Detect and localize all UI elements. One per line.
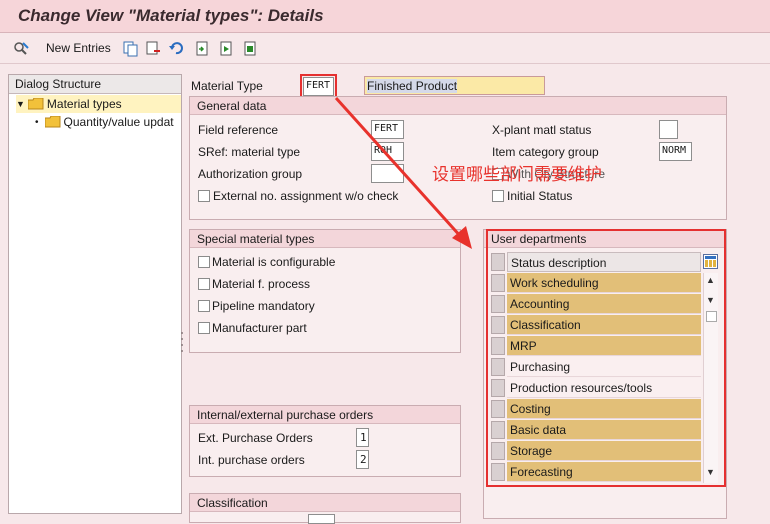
special-material-types-title: Special material types <box>190 230 460 248</box>
external-no-assignment-checkbox[interactable] <box>198 190 210 202</box>
initial-status-checkbox[interactable] <box>492 190 504 202</box>
tree-item-label: Material types <box>46 97 122 111</box>
window-title: Change View "Material types": Details <box>18 6 324 25</box>
purchase-orders-title: Internal/external purchase orders <box>190 406 460 424</box>
new-entries-button[interactable]: New Entries <box>40 39 111 57</box>
select-all-icon <box>196 41 208 55</box>
material-configurable-label: Material is configurable <box>212 255 336 269</box>
item-category-group-label: Item category group <box>492 145 599 159</box>
material-configurable-checkbox[interactable] <box>198 256 210 268</box>
sref-material-type-label: SRef: material type <box>198 145 301 159</box>
deselect-all-button[interactable] <box>242 39 259 57</box>
general-data-title: General data <box>190 97 726 115</box>
bullet-icon: • <box>35 116 39 128</box>
dialog-structure-pane: Dialog Structure ▼ Material types • Quan… <box>8 74 182 514</box>
authorization-group-label: Authorization group <box>198 167 303 181</box>
delete-icon <box>146 41 160 54</box>
pane-splitter[interactable] <box>180 330 184 356</box>
annotation-text: 设置哪些部门需要维护 <box>432 165 602 185</box>
folder-open-icon <box>27 98 44 110</box>
material-f-process-checkbox[interactable] <box>198 278 210 290</box>
tree-item-quantity-value[interactable]: • Quantity/value updat <box>35 113 181 131</box>
pipeline-mandatory-label: Pipeline mandatory <box>212 299 315 313</box>
copy-button[interactable] <box>122 39 139 57</box>
material-f-process-label: Material f. process <box>212 277 311 291</box>
ext-purchase-orders-field[interactable]: 1 <box>356 428 369 447</box>
expand-triangle-icon[interactable]: ▼ <box>16 99 25 109</box>
int-purchase-orders-label: Int. purchase orders <box>198 453 305 467</box>
tree-item-material-types[interactable]: ▼ Material types <box>16 95 181 113</box>
undo-icon <box>169 41 183 54</box>
classification-title: Classification <box>190 494 460 512</box>
external-no-assignment-label: External no. assignment w/o check <box>213 189 399 203</box>
select-all-button[interactable] <box>194 39 211 57</box>
dialog-structure-header: Dialog Structure <box>9 75 181 94</box>
manufacturer-part-label: Manufacturer part <box>212 321 307 335</box>
toolbar: New Entries <box>0 34 770 64</box>
ext-purchase-orders-label: Ext. Purchase Orders <box>198 431 313 445</box>
material-type-description-text: Finished Product <box>367 79 458 93</box>
select-block-icon <box>220 41 232 55</box>
copy-icon <box>123 41 138 56</box>
title-bar: Change View "Material types": Details <box>0 0 770 33</box>
item-category-group-field[interactable]: NORM <box>659 142 692 161</box>
int-purchase-orders-field[interactable]: 2 <box>356 450 369 469</box>
display-change-button[interactable] <box>13 39 30 57</box>
manufacturer-part-checkbox[interactable] <box>198 322 210 334</box>
material-type-label: Material Type <box>191 79 263 93</box>
undo-button[interactable] <box>168 39 185 57</box>
highlight-user-departments <box>486 229 726 487</box>
pipeline-mandatory-checkbox[interactable] <box>198 300 210 312</box>
xplant-status-field[interactable] <box>659 120 678 139</box>
sref-material-type-field[interactable]: ROH <box>371 142 404 161</box>
delete-button[interactable] <box>145 39 162 57</box>
authorization-group-field[interactable] <box>371 164 404 183</box>
deselect-all-icon <box>244 41 256 55</box>
xplant-status-label: X-plant matl status <box>492 123 592 137</box>
field-reference-field[interactable]: FERT <box>371 120 404 139</box>
tree-item-label: Quantity/value updat <box>63 115 174 129</box>
folder-icon <box>44 116 61 128</box>
select-block-button[interactable] <box>218 39 235 57</box>
classification-field[interactable] <box>308 514 335 524</box>
field-reference-label: Field reference <box>198 123 279 137</box>
display-change-icon <box>14 41 29 55</box>
new-entries-label: New Entries <box>46 41 111 55</box>
highlight-material-type <box>300 74 337 98</box>
material-type-description[interactable]: Finished Product <box>364 76 545 95</box>
initial-status-label: Initial Status <box>507 189 573 203</box>
